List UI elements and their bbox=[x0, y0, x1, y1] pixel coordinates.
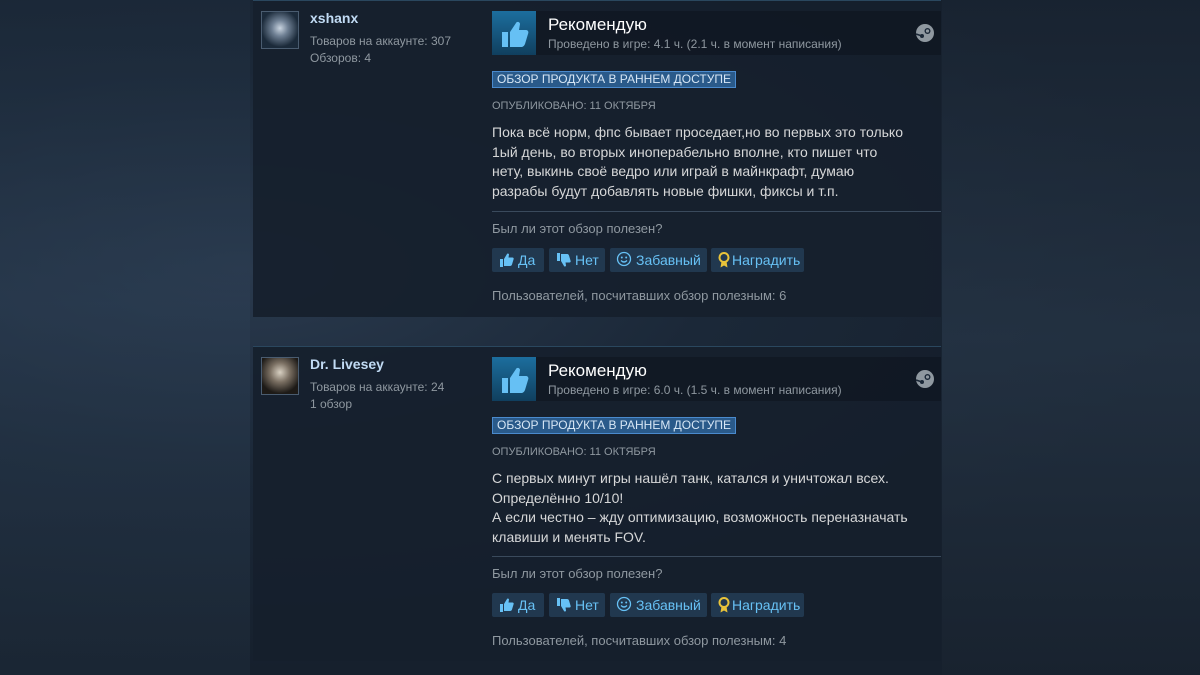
thumbs-down-icon bbox=[555, 251, 573, 269]
no-label: Нет bbox=[575, 597, 599, 613]
hours-played: Проведено в игре: 6.0 ч. (1.5 ч. в момен… bbox=[548, 383, 842, 397]
yes-label: Да bbox=[518, 252, 536, 268]
divider bbox=[492, 556, 941, 557]
thumbs-down-icon bbox=[555, 596, 573, 614]
author-reviews-count[interactable]: Обзоров: 4 bbox=[310, 51, 371, 65]
author-products-count[interactable]: Товаров на аккаунте: 24 bbox=[310, 380, 444, 394]
author-name[interactable]: xshanx bbox=[310, 10, 358, 26]
review-card: xshanx Товаров на аккаунте: 307 Обзоров:… bbox=[253, 0, 941, 317]
background-right bbox=[942, 0, 1200, 675]
author-products-count[interactable]: Товаров на аккаунте: 307 bbox=[310, 34, 451, 48]
author-reviews-count[interactable]: 1 обзор bbox=[310, 397, 352, 411]
yes-button[interactable]: Да bbox=[492, 593, 544, 617]
found-helpful: Пользователей, посчитавших обзор полезны… bbox=[492, 633, 787, 648]
award-button[interactable]: Наградить bbox=[711, 593, 804, 617]
verdict-title: Рекомендую bbox=[548, 361, 647, 380]
award-icon bbox=[715, 596, 733, 614]
yes-label: Да bbox=[518, 597, 536, 613]
early-access-tag: ОБЗОР ПРОДУКТА В РАННЕМ ДОСТУПЕ bbox=[492, 71, 736, 88]
reviews-column: xshanx Товаров на аккаунте: 307 Обзоров:… bbox=[249, 0, 942, 675]
thumbs-up-icon bbox=[492, 11, 536, 55]
avatar[interactable] bbox=[261, 11, 299, 49]
no-button[interactable]: Нет bbox=[549, 248, 605, 272]
vote-header[interactable]: Рекомендую Проведено в игре: 4.1 ч. (2.1… bbox=[492, 11, 941, 55]
author-name[interactable]: Dr. Livesey bbox=[310, 356, 384, 372]
posted-date: ОПУБЛИКОВАНО: 11 ОКТЯБРЯ bbox=[492, 446, 656, 458]
review-text-line: разрабы будут добавлять новые фишки, фик… bbox=[492, 182, 839, 199]
background-left bbox=[0, 0, 250, 675]
review-text-line: Определённо 10/10! bbox=[492, 489, 624, 506]
review-text-line: клавиши и менять FOV. bbox=[492, 528, 646, 545]
review-text: С первых минут игры нашёл танк, катался … bbox=[492, 469, 937, 547]
review-text: Пока всё норм, фпс бывает проседает,но в… bbox=[492, 123, 937, 201]
review-text-line: 1ый день, во вторых иноперабельно вполне… bbox=[492, 143, 878, 160]
no-button[interactable]: Нет bbox=[549, 593, 605, 617]
vote-header[interactable]: Рекомендую Проведено в игре: 6.0 ч. (1.5… bbox=[492, 357, 941, 401]
hours-played: Проведено в игре: 4.1 ч. (2.1 ч. в момен… bbox=[548, 37, 842, 51]
award-label: Наградить bbox=[732, 597, 801, 613]
helpful-question: Был ли этот обзор полезен? bbox=[492, 221, 663, 236]
thumbs-up-icon bbox=[498, 251, 516, 269]
funny-button[interactable]: Забавный bbox=[610, 248, 707, 272]
review-text-line: С первых минут игры нашёл танк, катался … bbox=[492, 470, 889, 486]
funny-label: Забавный bbox=[636, 252, 701, 268]
divider bbox=[492, 211, 941, 212]
review-text-line: Пока всё норм, фпс бывает проседает,но в… bbox=[492, 124, 903, 140]
no-label: Нет bbox=[575, 252, 599, 268]
smile-icon bbox=[616, 596, 634, 614]
funny-label: Забавный bbox=[636, 597, 701, 613]
helpful-question: Был ли этот обзор полезен? bbox=[492, 566, 663, 581]
thumbs-up-icon bbox=[492, 357, 536, 401]
found-helpful: Пользователей, посчитавших обзор полезны… bbox=[492, 288, 787, 303]
award-icon bbox=[715, 251, 733, 269]
smile-icon bbox=[616, 251, 634, 269]
review-text-line: нету, выкинь своё ведро или играй в майн… bbox=[492, 163, 855, 179]
award-label: Наградить bbox=[732, 252, 801, 268]
avatar[interactable] bbox=[261, 357, 299, 395]
yes-button[interactable]: Да bbox=[492, 248, 544, 272]
review-card: Dr. Livesey Товаров на аккаунте: 24 1 об… bbox=[253, 346, 941, 661]
award-button[interactable]: Наградить bbox=[711, 248, 804, 272]
review-text-line: А если честно – жду оптимизацию, возможн… bbox=[492, 509, 908, 525]
posted-date: ОПУБЛИКОВАНО: 11 ОКТЯБРЯ bbox=[492, 100, 656, 112]
early-access-tag: ОБЗОР ПРОДУКТА В РАННЕМ ДОСТУПЕ bbox=[492, 417, 736, 434]
verdict-title: Рекомендую bbox=[548, 15, 647, 34]
funny-button[interactable]: Забавный bbox=[610, 593, 707, 617]
steam-logo-icon bbox=[915, 23, 935, 43]
steam-logo-icon bbox=[915, 369, 935, 389]
thumbs-up-icon bbox=[498, 596, 516, 614]
